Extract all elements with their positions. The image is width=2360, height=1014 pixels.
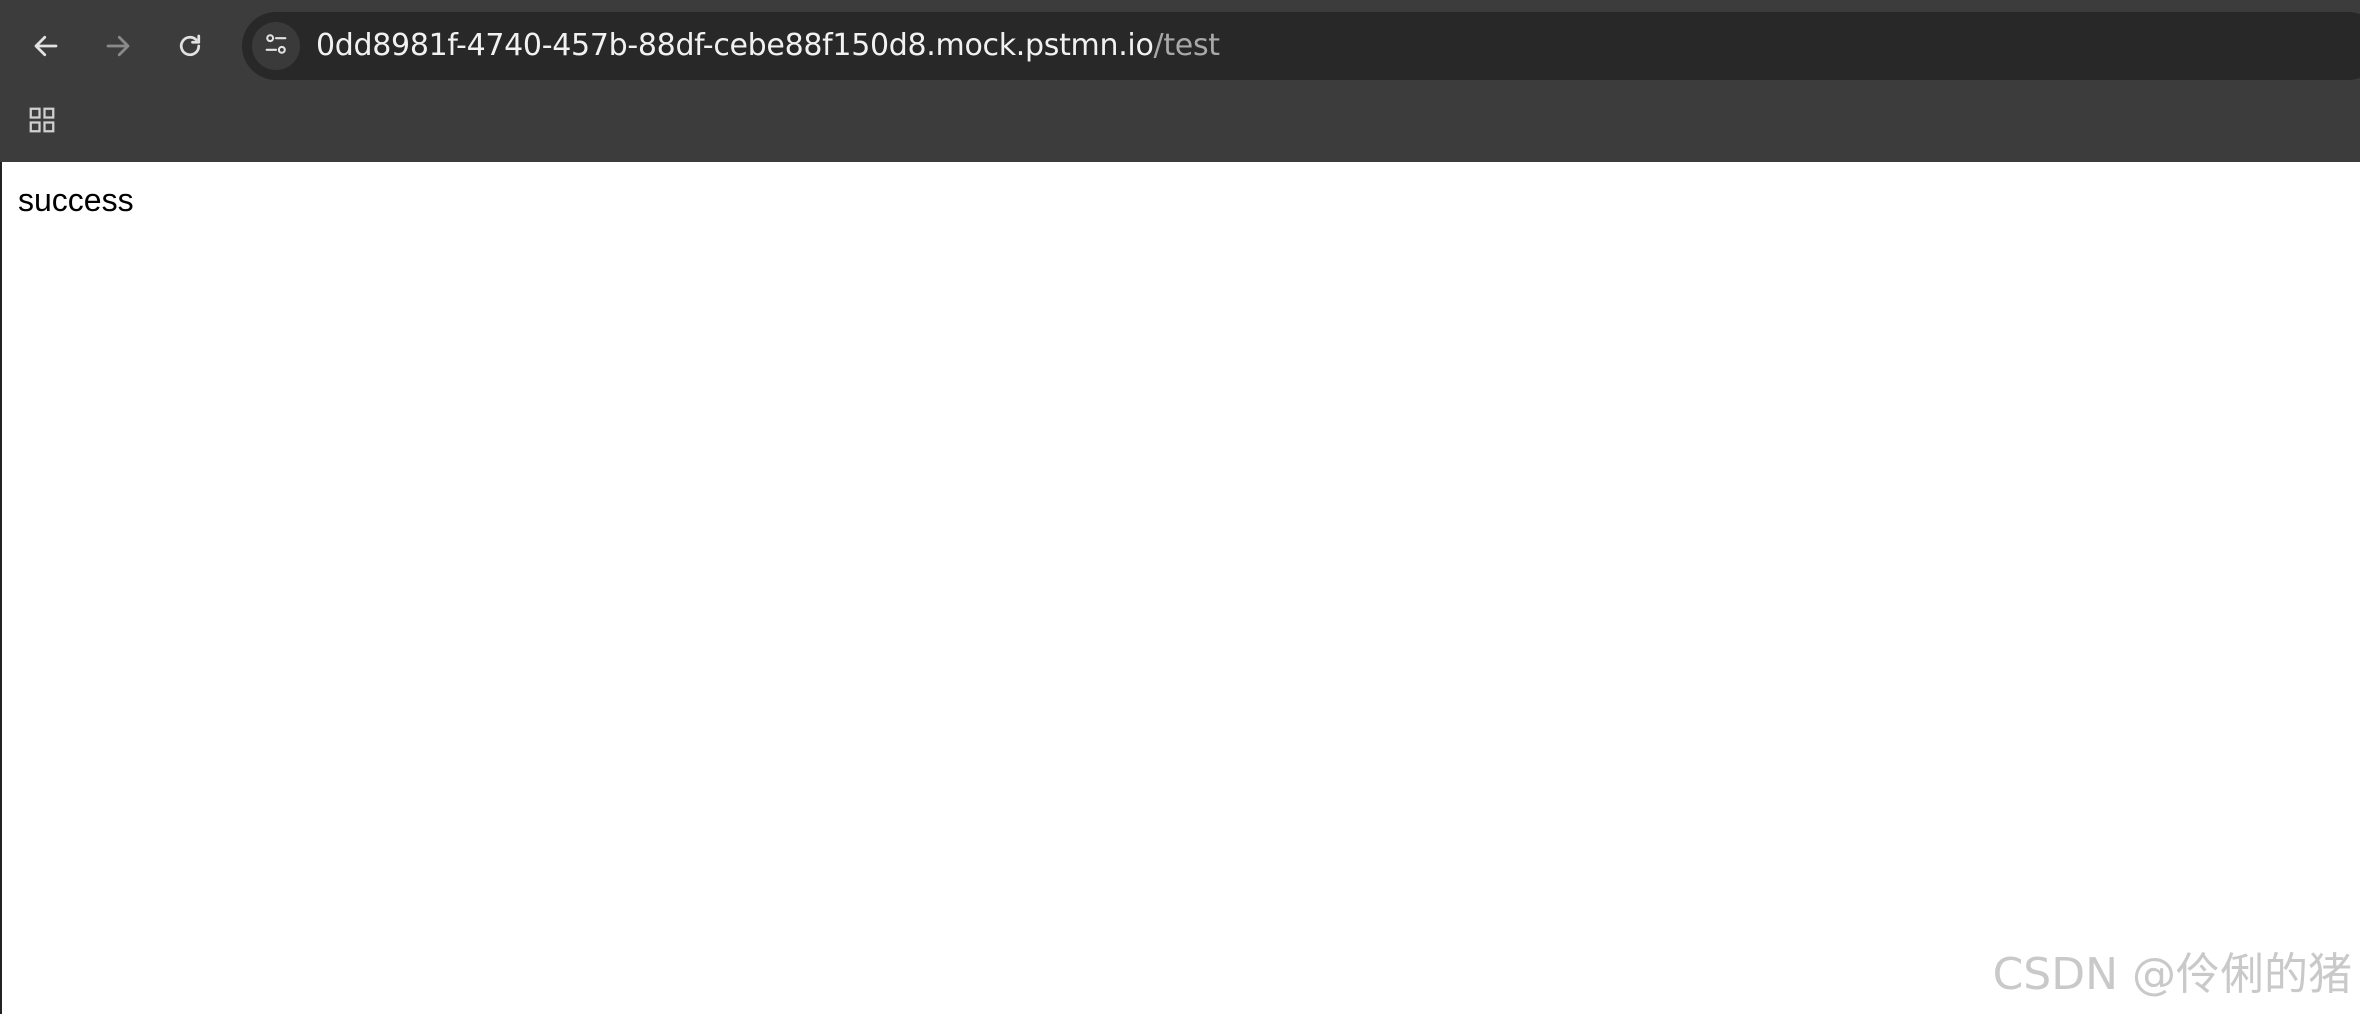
browser-toolbar: 0dd8981f-4740-457b-88df-cebe88f150d8.moc… xyxy=(0,0,2360,162)
response-text: success xyxy=(18,182,134,218)
address-bar[interactable]: 0dd8981f-4740-457b-88df-cebe88f150d8.moc… xyxy=(242,12,2360,80)
tune-icon xyxy=(262,30,290,63)
browser-window: 0dd8981f-4740-457b-88df-cebe88f150d8.moc… xyxy=(0,0,2360,1014)
reload-button[interactable] xyxy=(166,22,214,70)
url-path: /test xyxy=(1153,28,1221,63)
site-info-button[interactable] xyxy=(252,22,300,70)
back-arrow-icon xyxy=(31,31,61,61)
bookmarks-bar xyxy=(0,92,2360,162)
forward-button[interactable] xyxy=(94,22,142,70)
watermark: CSDN @伶俐的猪 xyxy=(1992,949,2352,1000)
navigation-row: 0dd8981f-4740-457b-88df-cebe88f150d8.moc… xyxy=(0,0,2360,92)
page-content: success CSDN @伶俐的猪 xyxy=(0,162,2360,1014)
url-text[interactable]: 0dd8981f-4740-457b-88df-cebe88f150d8.moc… xyxy=(316,12,1220,80)
forward-arrow-icon xyxy=(103,31,133,61)
apps-button[interactable] xyxy=(22,102,62,142)
reload-icon xyxy=(175,31,205,61)
url-host: 0dd8981f-4740-457b-88df-cebe88f150d8.moc… xyxy=(316,28,1154,63)
apps-grid-icon xyxy=(27,105,57,140)
back-button[interactable] xyxy=(22,22,70,70)
